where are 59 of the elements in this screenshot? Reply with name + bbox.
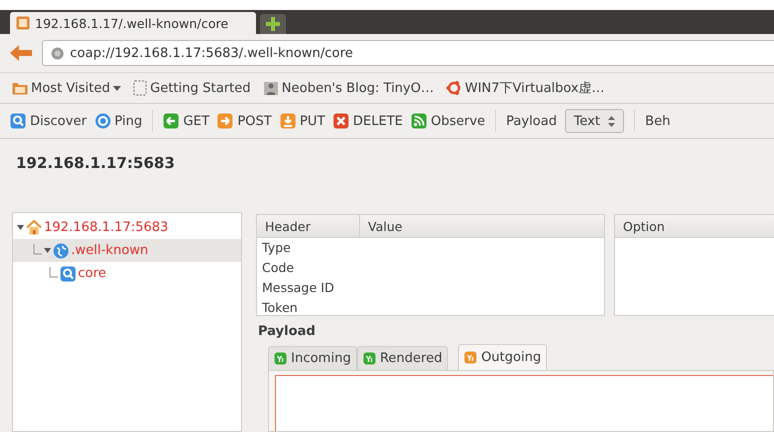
toolbar-button[interactable]: Ping xyxy=(94,113,142,129)
expand-arrow-icon[interactable] xyxy=(17,224,24,231)
tree-row[interactable]: .well-known xyxy=(13,239,241,262)
column-header[interactable]: Option xyxy=(615,215,774,237)
globe-icon xyxy=(53,242,69,258)
rss-icon xyxy=(410,113,427,129)
tree-item[interactable]: core xyxy=(78,266,106,281)
table-cell-text: Type xyxy=(261,239,292,257)
payload-heading: Payload xyxy=(257,323,316,341)
house-icon xyxy=(26,220,42,235)
dropdown-arrow-icon xyxy=(113,86,122,90)
back-arrow-icon[interactable] xyxy=(10,45,32,61)
tree-row[interactable]: 192.168.1.17:5683 xyxy=(13,216,241,239)
tree-item[interactable]: .well-known xyxy=(71,243,148,258)
tree-item[interactable]: 192.168.1.17:5683 xyxy=(44,220,168,235)
folder-icon xyxy=(12,81,28,95)
toolbar-button[interactable]: DELETE xyxy=(333,113,403,129)
payload-tab[interactable]: Incoming xyxy=(268,346,357,370)
toolbar-button[interactable]: Beh xyxy=(645,114,670,128)
table-cell-text: Token xyxy=(261,299,299,317)
payload-tab[interactable]: Rendered xyxy=(356,346,448,370)
search-icon xyxy=(60,266,76,282)
expand-arrow-icon[interactable] xyxy=(44,247,51,254)
toolbar-button[interactable]: PUT xyxy=(280,113,326,129)
server-title: 192.168.1.17:5683 xyxy=(15,153,176,174)
bookmark-link[interactable]: WIN7下Virtualbox虚… xyxy=(446,79,605,97)
plus-icon xyxy=(266,17,280,31)
browser-tab[interactable]: 192.168.1.17/.well-known/core xyxy=(10,12,256,34)
bookmark-link[interactable]: Most Visited xyxy=(12,80,122,96)
bookmark-link[interactable]: Neoben's Blog: TinyO… xyxy=(262,80,434,96)
bookmark-link[interactable]: Getting Started xyxy=(133,80,251,96)
table-cell-text: Code xyxy=(261,259,296,277)
search-icon xyxy=(10,113,26,129)
toolbar-button[interactable]: POST xyxy=(217,113,272,129)
close-icon xyxy=(333,113,350,129)
payload-label: Payload xyxy=(506,114,557,128)
toolbar-button[interactable]: Discover xyxy=(10,113,87,129)
format-select[interactable]: Text xyxy=(564,109,624,133)
toolbar-button[interactable]: GET xyxy=(163,113,210,129)
address-bar[interactable]: coap://192.168.1.17:5683/.well-known/core xyxy=(42,40,774,66)
page-icon xyxy=(133,80,148,96)
table-cell-text: Message ID xyxy=(261,279,336,297)
payload-tab[interactable]: Outgoing xyxy=(458,344,548,370)
column-header[interactable]: Value xyxy=(360,215,604,237)
spinner-arrows-icon xyxy=(608,116,616,126)
tree-row[interactable]: core xyxy=(13,262,241,285)
target-icon xyxy=(94,113,111,129)
page-favicon-icon xyxy=(16,16,30,30)
person-icon xyxy=(262,80,279,96)
tree-connector-icon xyxy=(49,266,58,280)
circle-logo-icon xyxy=(446,80,462,96)
left-arrow-icon xyxy=(163,113,180,129)
column-header[interactable]: Header xyxy=(257,215,360,237)
right-arrow-icon xyxy=(217,113,234,129)
download-icon xyxy=(280,113,296,129)
new-tab-button[interactable] xyxy=(260,14,286,34)
tree-connector-icon xyxy=(33,244,42,258)
toolbar-button[interactable]: Observe xyxy=(410,113,486,129)
globe-icon xyxy=(51,46,64,60)
